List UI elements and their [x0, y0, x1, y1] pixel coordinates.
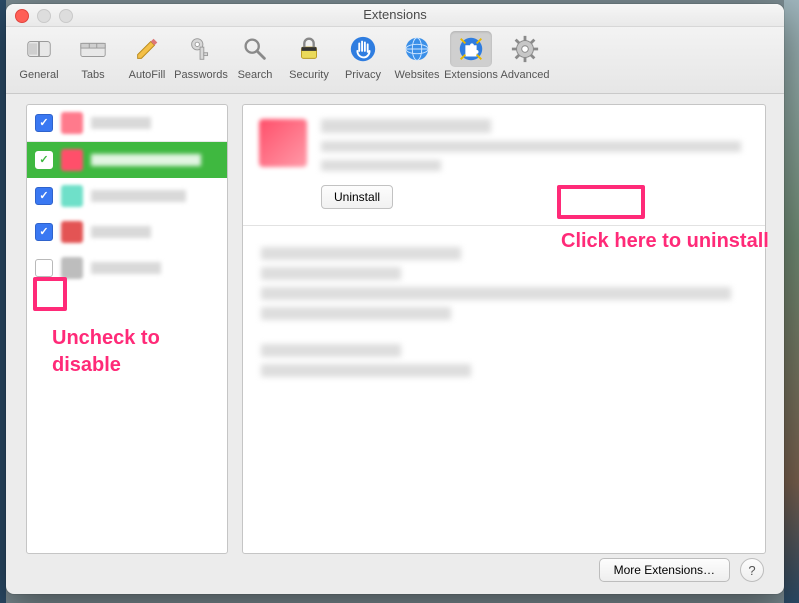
tab-label: Privacy — [345, 69, 381, 81]
extension-subtitle — [321, 141, 741, 152]
tab-label: Extensions — [444, 69, 498, 81]
gear-icon — [510, 34, 540, 64]
tab-label: AutoFill — [129, 69, 166, 81]
extension-row[interactable] — [27, 105, 227, 142]
tab-websites[interactable]: Websites — [392, 31, 442, 81]
toolbar: General Tabs AutoFill Passwords Search S… — [6, 27, 784, 94]
tab-search[interactable]: Search — [230, 31, 280, 81]
extension-name — [91, 262, 161, 274]
window-title: Extensions — [6, 7, 784, 22]
extension-name — [91, 117, 151, 129]
extension-icon — [61, 185, 83, 207]
uninstall-button[interactable]: Uninstall — [321, 185, 393, 209]
pencil-icon — [132, 34, 162, 64]
titlebar: Extensions — [6, 4, 784, 27]
tab-tabs[interactable]: Tabs — [68, 31, 118, 81]
extensions-list — [26, 104, 228, 554]
divider — [243, 225, 765, 226]
extension-icon — [61, 112, 83, 134]
tab-advanced[interactable]: Advanced — [500, 31, 550, 81]
extension-icon — [61, 257, 83, 279]
extension-row-selected[interactable] — [27, 142, 227, 178]
enable-checkbox[interactable] — [35, 223, 53, 241]
lock-icon — [294, 34, 324, 64]
extension-icon — [61, 149, 83, 171]
tab-autofill[interactable]: AutoFill — [122, 31, 172, 81]
tab-label: Security — [289, 69, 329, 81]
tab-label: Tabs — [81, 69, 104, 81]
tab-label: Passwords — [174, 69, 228, 81]
switch-icon — [24, 34, 54, 64]
enable-checkbox[interactable] — [35, 259, 53, 277]
extension-large-icon — [259, 119, 307, 167]
tabs-icon — [78, 34, 108, 64]
extension-name — [91, 226, 151, 238]
tab-security[interactable]: Security — [284, 31, 334, 81]
extension-detail: Uninstall — [242, 104, 766, 554]
extension-row[interactable] — [27, 250, 227, 286]
tab-label: Advanced — [501, 69, 550, 81]
extension-row[interactable] — [27, 178, 227, 214]
search-icon — [240, 34, 270, 64]
enable-checkbox[interactable] — [35, 114, 53, 132]
desktop-bg-right — [784, 0, 799, 603]
extension-description — [243, 232, 765, 392]
hand-icon — [348, 34, 378, 64]
tab-privacy[interactable]: Privacy — [338, 31, 388, 81]
help-button[interactable]: ? — [740, 558, 764, 582]
puzzle-icon — [456, 34, 486, 64]
tab-passwords[interactable]: Passwords — [176, 31, 226, 81]
tab-label: Search — [238, 69, 273, 81]
tab-label: Websites — [394, 69, 439, 81]
tab-label: General — [19, 69, 58, 81]
enable-checkbox[interactable] — [35, 187, 53, 205]
extension-subtitle — [321, 160, 441, 171]
preferences-window: Extensions General Tabs AutoFill Passwor… — [6, 4, 784, 594]
extension-name — [91, 190, 186, 202]
key-icon — [186, 34, 216, 64]
extension-row[interactable] — [27, 214, 227, 250]
more-extensions-button[interactable]: More Extensions… — [599, 558, 730, 582]
tab-extensions[interactable]: Extensions — [446, 31, 496, 81]
enable-checkbox[interactable] — [35, 151, 53, 169]
globe-icon — [402, 34, 432, 64]
tab-general[interactable]: General — [14, 31, 64, 81]
extension-name — [91, 154, 201, 166]
extension-title — [321, 119, 491, 133]
extension-icon — [61, 221, 83, 243]
